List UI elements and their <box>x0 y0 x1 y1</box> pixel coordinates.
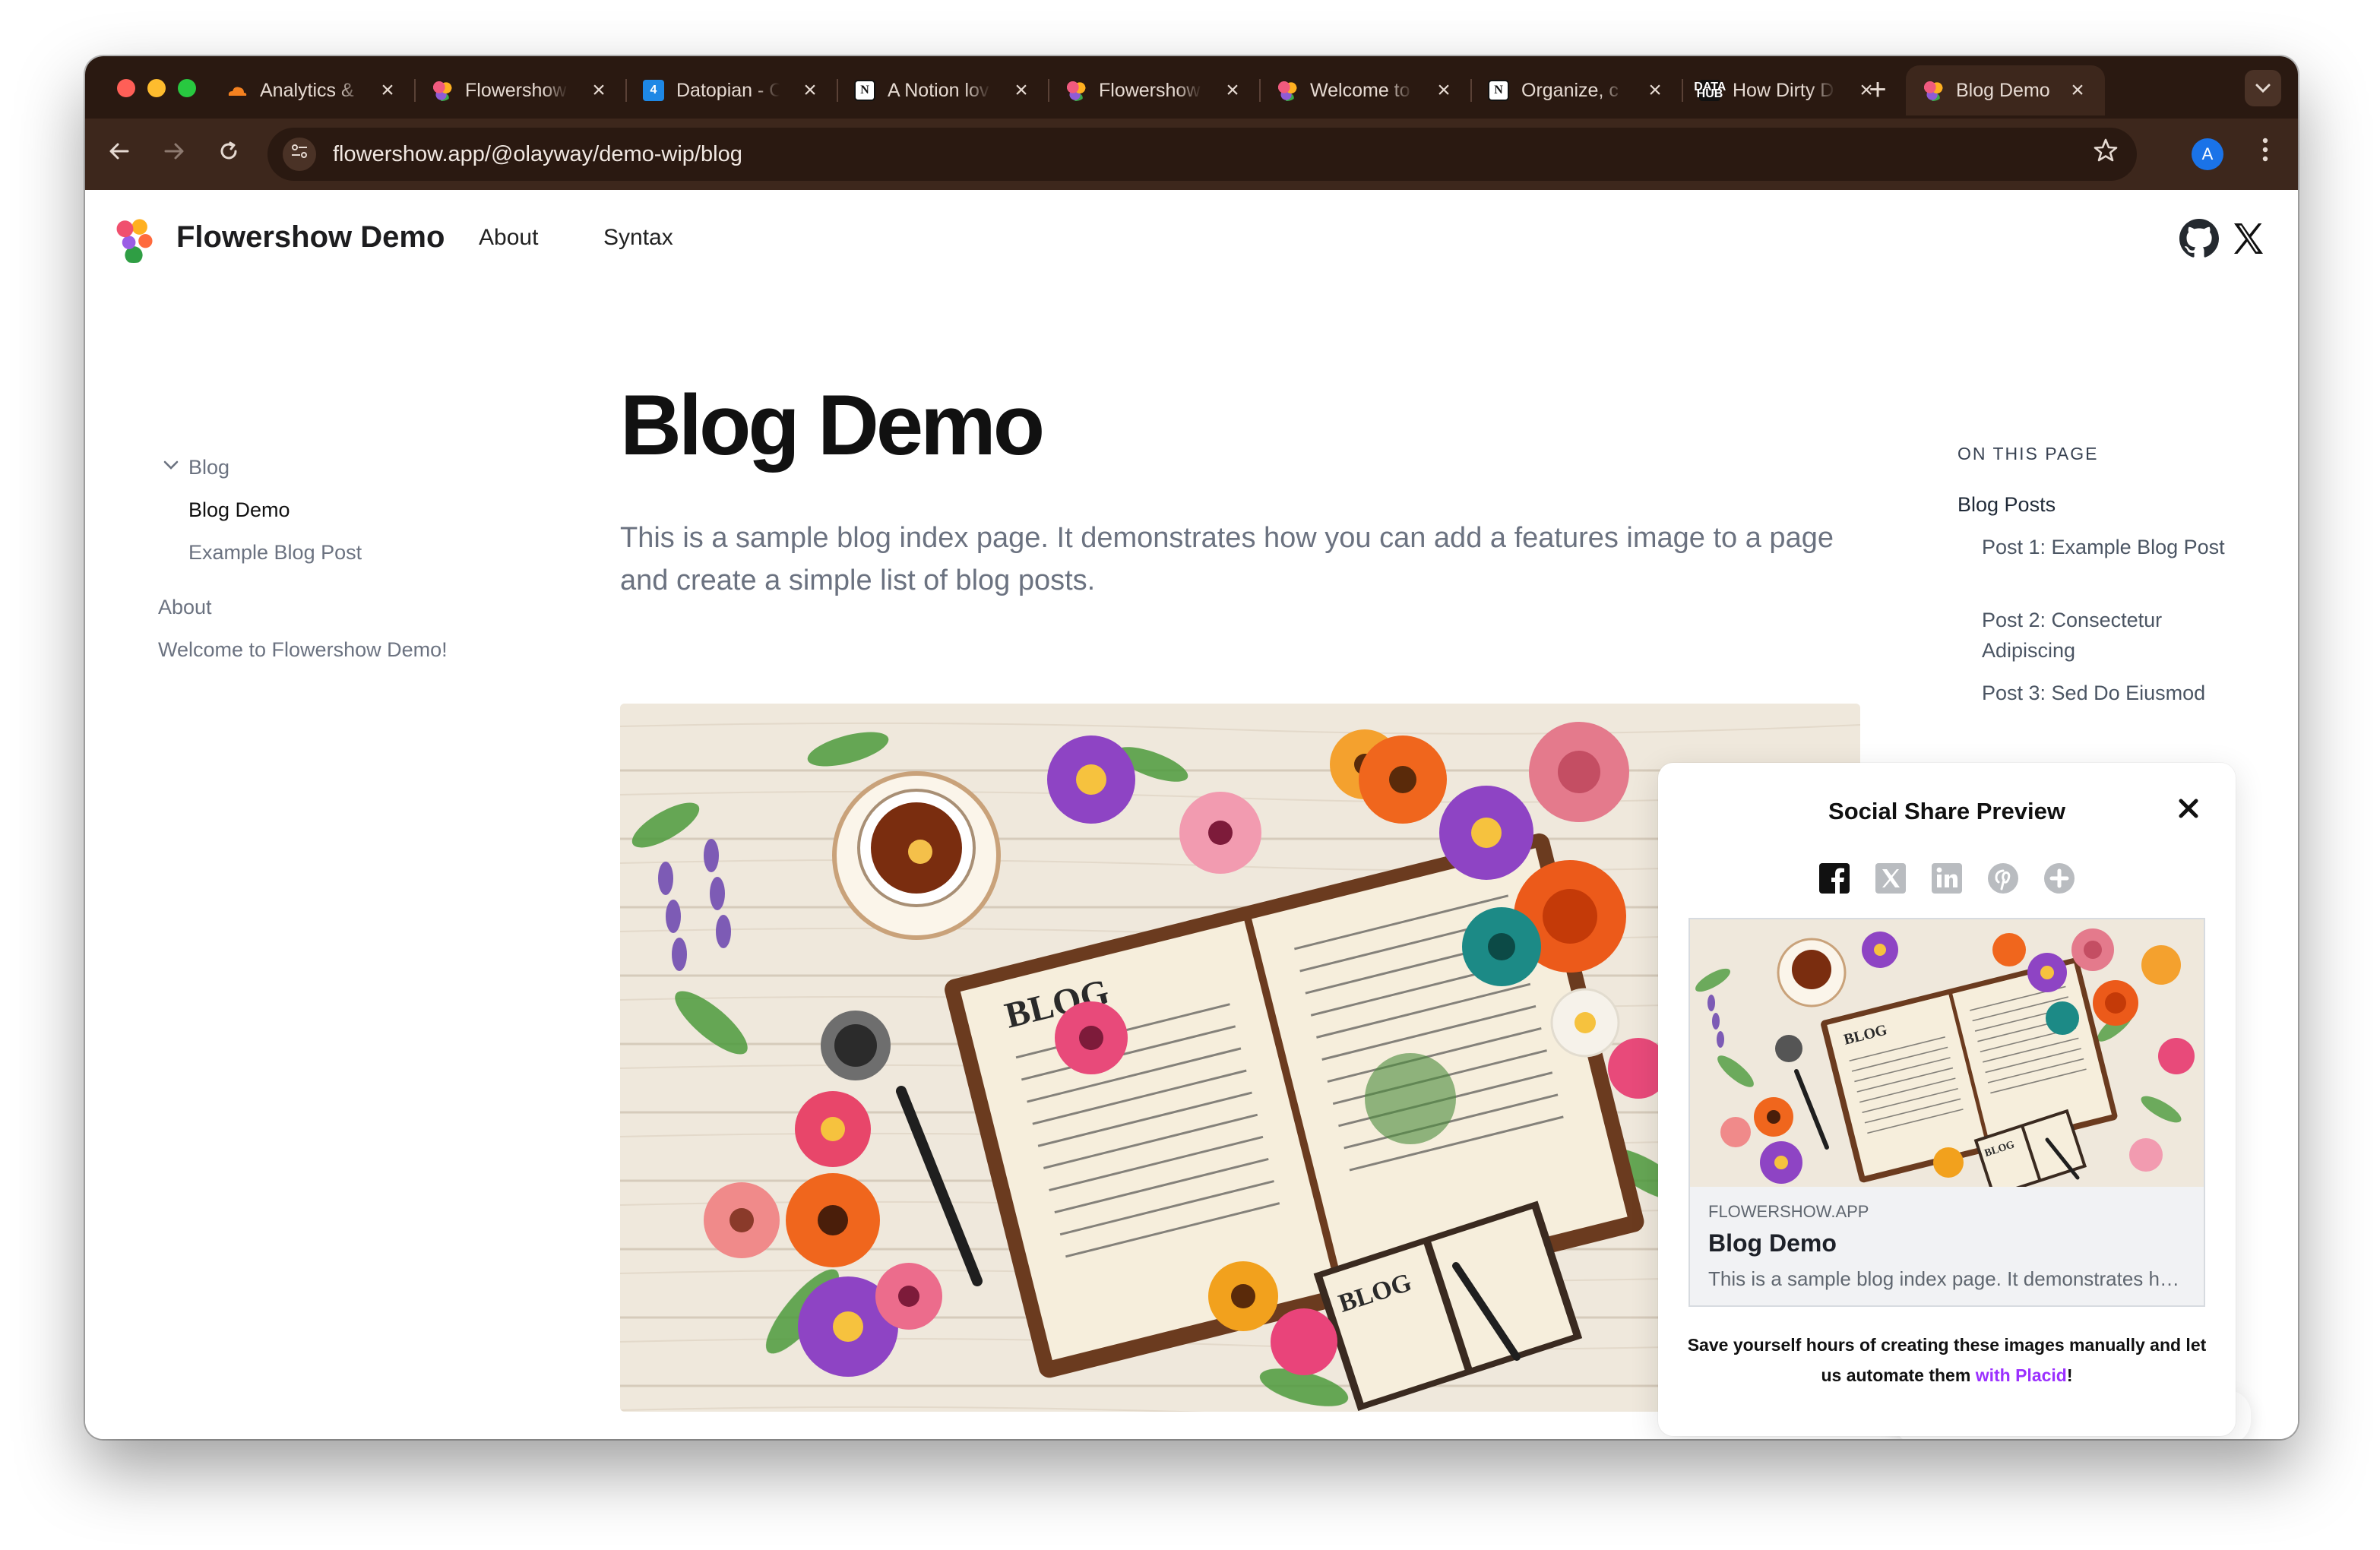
social-share-preview-panel: Social Share Preview BLOG BLOG FLOWERSHO… <box>1658 763 2236 1436</box>
tab-title: Organize, c <box>1521 79 1619 101</box>
tab-notion-2[interactable]: N Organize, c × <box>1471 65 1683 115</box>
tab-title: Datopian - C <box>676 79 780 101</box>
close-window-button[interactable] <box>117 79 135 97</box>
flowershow-icon <box>1065 80 1087 101</box>
share-network-icons <box>1818 862 2076 895</box>
tab-close-icon[interactable]: × <box>796 77 824 104</box>
share-panel-title: Social Share Preview <box>1828 798 2065 824</box>
share-preview-image: BLOG BLOG <box>1690 919 2204 1187</box>
address-bar[interactable]: flowershow.app/@olayway/demo-wip/blog <box>267 128 2137 181</box>
x-icon[interactable] <box>1874 862 1907 895</box>
tab-title: How Dirty D <box>1733 79 1834 101</box>
toc-item-blog-posts[interactable]: Blog Posts <box>1957 489 2056 520</box>
toc-heading: ON THIS PAGE <box>1957 444 2099 463</box>
tab-title: A Notion lov <box>888 79 989 101</box>
nav-link-syntax[interactable]: Syntax <box>603 225 673 251</box>
url-text[interactable]: flowershow.app/@olayway/demo-wip/blog <box>333 128 742 181</box>
zoom-window-button[interactable] <box>178 79 196 97</box>
share-panel-footer: Save yourself hours of creating these im… <box>1681 1330 2213 1390</box>
tab-title: Blog Demo <box>1956 79 2050 101</box>
tab-close-icon[interactable]: × <box>1008 77 1035 104</box>
tab-welcome[interactable]: Welcome to × <box>1260 65 1472 115</box>
tab-analytics[interactable]: Analytics & × <box>210 65 416 115</box>
page-title: Blog Demo <box>620 378 1045 473</box>
forward-button[interactable] <box>153 134 195 175</box>
share-preview-title: Blog Demo <box>1708 1229 1837 1257</box>
github-icon[interactable] <box>2179 219 2219 258</box>
browser-toolbar: flowershow.app/@olayway/demo-wip/blog A <box>85 119 2298 190</box>
tab-flowershow-1[interactable]: Flowershow × <box>415 65 627 115</box>
facebook-icon[interactable] <box>1818 862 1851 895</box>
bookmark-star-icon[interactable] <box>2093 128 2119 181</box>
tab-close-icon[interactable]: × <box>1430 77 1457 104</box>
sidebar-item-blog-demo[interactable]: Blog Demo <box>188 498 290 522</box>
arrow-right-icon <box>164 143 184 160</box>
tab-datopian[interactable]: 4 Datopian - C × <box>626 65 838 115</box>
toc-item-post-1[interactable]: Post 1: Example Blog Post <box>1982 532 2225 562</box>
reload-button[interactable] <box>208 134 249 175</box>
arrow-left-icon <box>109 143 129 160</box>
web-page: Flowershow Demo About Syntax Blog Blog D… <box>85 190 2298 1439</box>
toc-item-post-3[interactable]: Post 3: Sed Do Eiusmod <box>1982 678 2240 708</box>
tab-close-icon[interactable]: × <box>1641 77 1669 104</box>
flowershow-logo-icon[interactable] <box>109 214 158 263</box>
tab-search-button[interactable] <box>2245 70 2281 106</box>
share-preview-info: FLOWERSHOW.APP Blog Demo This is a sampl… <box>1690 1187 2204 1305</box>
tab-close-icon[interactable]: × <box>2064 77 2091 104</box>
flowershow-icon <box>1923 80 1944 101</box>
notion-icon: N <box>1488 80 1509 101</box>
x-twitter-icon[interactable] <box>2230 220 2266 257</box>
reload-icon <box>220 141 237 160</box>
sidebar-item-welcome[interactable]: Welcome to Flowershow Demo! <box>158 638 448 662</box>
site-settings-icon[interactable] <box>283 138 316 171</box>
share-footer-text: Save yourself hours of creating these im… <box>1687 1335 2207 1385</box>
sidebar-group-blog[interactable]: Blog <box>188 456 229 479</box>
notion-icon: N <box>854 80 875 101</box>
browser-menu-button[interactable] <box>2245 134 2286 175</box>
cloudflare-icon <box>226 80 248 101</box>
minimize-window-button[interactable] <box>147 79 166 97</box>
sidebar-item-example-blog-post[interactable]: Example Blog Post <box>188 541 362 565</box>
close-icon[interactable] <box>2172 792 2205 825</box>
tab-title: Flowershow <box>465 79 567 101</box>
more-icon[interactable] <box>2043 862 2076 895</box>
linkedin-icon[interactable] <box>1930 862 1964 895</box>
share-preview-domain: FLOWERSHOW.APP <box>1708 1202 1869 1221</box>
flowershow-icon <box>1277 80 1298 101</box>
back-button[interactable] <box>99 134 140 175</box>
site-title[interactable]: Flowershow Demo <box>176 220 445 255</box>
tab-close-icon[interactable]: × <box>585 77 612 104</box>
nav-link-about[interactable]: About <box>479 225 538 251</box>
tab-blog-demo[interactable]: Blog Demo × <box>1906 65 2105 115</box>
browser-window: Analytics & × Flowershow × 4 Datopian - … <box>85 56 2298 1439</box>
tab-close-icon[interactable]: × <box>1219 77 1246 104</box>
sidebar-item-about[interactable]: About <box>158 596 212 619</box>
chevron-down-icon[interactable] <box>163 453 179 476</box>
tab-close-icon[interactable]: × <box>374 77 401 104</box>
placid-link[interactable]: with Placid <box>1976 1365 2067 1385</box>
toc-item-post-2[interactable]: Post 2: Consectetur Adipiscing <box>1982 605 2225 666</box>
share-preview-description: This is a sample blog index page. It dem… <box>1708 1267 2187 1290</box>
calendar-icon: 4 <box>643 80 664 101</box>
new-tab-button[interactable]: + <box>1860 73 1895 108</box>
chevron-down-icon <box>2255 84 2271 93</box>
flowershow-icon <box>432 80 453 101</box>
tab-strip: Analytics & × Flowershow × 4 Datopian - … <box>85 56 2298 119</box>
kebab-menu-icon <box>2262 138 2268 162</box>
tab-flowershow-2[interactable]: Flowershow × <box>1049 65 1261 115</box>
pinterest-icon[interactable] <box>1986 862 2020 895</box>
share-footer-end: ! <box>2066 1365 2073 1385</box>
share-preview-card[interactable]: BLOG BLOG FLOWERSHOW.APP Blog Demo This … <box>1688 918 2205 1307</box>
tab-title: Flowershow <box>1099 79 1201 101</box>
profile-avatar[interactable]: A <box>2192 138 2223 170</box>
tab-title: Welcome to <box>1310 79 1410 101</box>
tab-notion-1[interactable]: N A Notion lov × <box>837 65 1049 115</box>
page-description: This is a sample blog index page. It dem… <box>620 522 1834 596</box>
tab-title: Analytics & <box>260 79 354 101</box>
datahub-icon: DATA HUB <box>1694 80 1726 101</box>
